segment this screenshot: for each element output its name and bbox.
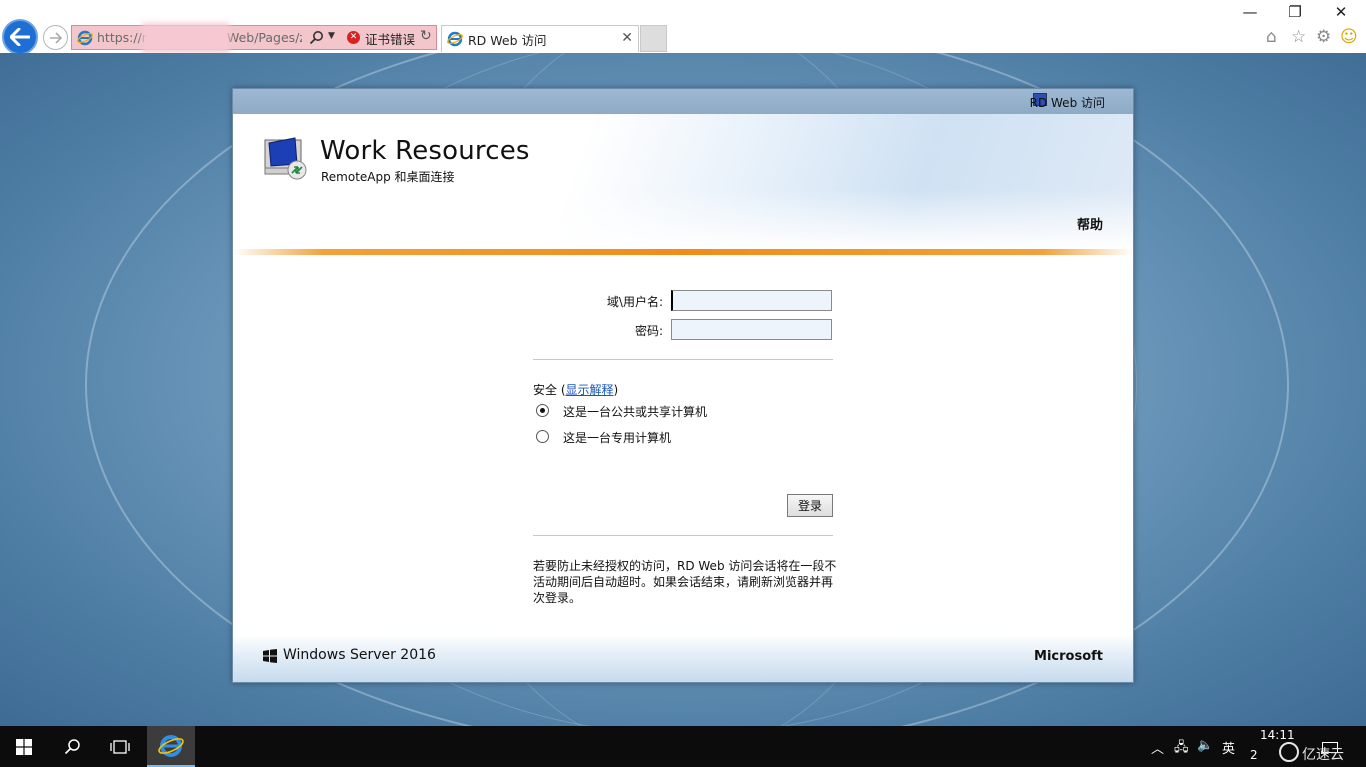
radio-private-computer[interactable] — [536, 430, 549, 443]
login-panel: RD Web 访问 Work Resources RemoteApp 和桌面连接… — [232, 88, 1134, 683]
remote-desktop-logo-icon — [264, 137, 307, 180]
show-explanation-link[interactable]: 显示解释 — [566, 383, 614, 397]
gear-icon[interactable]: ⚙ — [1316, 27, 1331, 47]
redacted-host — [142, 23, 230, 53]
header-fade — [233, 189, 1133, 249]
dropdown-icon[interactable]: ▼ — [328, 31, 335, 41]
watermark-icon — [1279, 742, 1299, 762]
feedback-smile-icon[interactable]: ☺ — [1340, 27, 1358, 47]
arrow-left-icon — [10, 28, 30, 46]
arrow-right-icon — [49, 31, 62, 44]
task-view-button[interactable] — [96, 726, 144, 767]
minimize-button[interactable]: — — [1240, 3, 1260, 21]
refresh-icon[interactable]: ↻ — [420, 28, 432, 44]
forward-button[interactable] — [43, 25, 68, 50]
close-window-button[interactable]: ✕ — [1331, 3, 1351, 21]
internet-explorer-icon — [158, 734, 184, 757]
page-background: RD Web 访问 Work Resources RemoteApp 和桌面连接… — [0, 53, 1366, 726]
page-title: Work Resources — [320, 136, 530, 166]
username-label: 域\用户名: — [606, 295, 663, 309]
login-button[interactable]: 登录 — [787, 494, 833, 517]
ime-indicator[interactable]: 英 — [1222, 738, 1235, 757]
radio-public-computer[interactable] — [536, 404, 549, 417]
security-paren: ) — [613, 383, 619, 397]
windows-logo-icon — [263, 649, 277, 663]
task-view-icon — [110, 739, 130, 754]
password-input[interactable] — [671, 319, 832, 340]
search-icon — [64, 739, 80, 755]
panel-top-label: RD Web 访问 — [1029, 96, 1105, 110]
restore-button[interactable]: ❐ — [1285, 3, 1305, 21]
taskbar-search-button[interactable] — [48, 726, 96, 767]
start-button[interactable] — [0, 726, 48, 767]
panel-top-bar: RD Web 访问 — [233, 89, 1133, 114]
panel-footer: Windows Server 2016 Microsoft — [233, 634, 1133, 682]
network-icon[interactable]: 🖧 — [1174, 738, 1189, 760]
windows-server-label: Windows Server 2016 — [283, 647, 436, 663]
browser-chrome: https://r Web/Pages/z ▼ ✕ 证书错误 ↻ RD Web 访… — [0, 0, 1366, 55]
ie-tab-icon — [447, 31, 463, 47]
radio-public-label[interactable]: 这是一台公共或共享计算机 — [563, 403, 707, 420]
chevron-up-icon[interactable]: ︿ — [1151, 738, 1164, 757]
clock-date[interactable]: 2 — [1250, 748, 1258, 762]
password-label: 密码: — [634, 324, 663, 338]
volume-icon[interactable]: 🔈 — [1197, 738, 1213, 753]
taskbar-ie-button[interactable] — [147, 726, 195, 767]
radio-private-label[interactable]: 这是一台专用计算机 — [563, 429, 671, 446]
close-tab-icon[interactable]: ✕ — [621, 30, 633, 46]
username-input[interactable] — [671, 290, 832, 311]
security-text: 安全 ( — [533, 383, 566, 397]
ie-page-icon — [77, 30, 93, 45]
microsoft-label: Microsoft — [1034, 649, 1103, 664]
favorites-star-icon[interactable]: ☆ — [1291, 27, 1306, 47]
back-button[interactable] — [2, 19, 38, 55]
windows-start-icon — [16, 738, 32, 755]
security-label: 安全 (显示解释) — [533, 381, 618, 398]
new-tab-button[interactable] — [640, 25, 667, 52]
help-link[interactable]: 帮助 — [1077, 214, 1103, 233]
divider — [533, 359, 833, 360]
login-form: 域\用户名: 密码: 安全 (显示解释) 这是一台公共或共享计算机 这是一台专用… — [233, 255, 1133, 605]
tab-title: RD Web 访问 — [468, 32, 547, 48]
panel-header: Work Resources RemoteApp 和桌面连接 帮助 — [233, 114, 1133, 249]
timeout-note: 若要防止未经授权的访问，RD Web 访问会话将在一段不活动期间后自动超时。如果… — [533, 559, 837, 605]
watermark-text: 亿速云 — [1302, 747, 1344, 763]
clock-time[interactable]: 14:11 — [1260, 728, 1295, 742]
address-bar[interactable]: https://r Web/Pages/z ▼ ✕ 证书错误 ↻ — [71, 25, 437, 50]
page-subtitle: RemoteApp 和桌面连接 — [321, 170, 455, 184]
home-icon[interactable]: ⌂ — [1266, 27, 1277, 47]
tab-rd-web[interactable]: RD Web 访问 ✕ — [441, 25, 639, 52]
cert-error-label[interactable]: 证书错误 — [365, 29, 415, 48]
taskbar: ︿ 🖧 🔈 英 14:11 2 — [0, 726, 1366, 767]
search-icon[interactable] — [309, 30, 324, 45]
cert-error-icon[interactable]: ✕ — [347, 31, 360, 44]
divider-bottom — [533, 535, 833, 536]
